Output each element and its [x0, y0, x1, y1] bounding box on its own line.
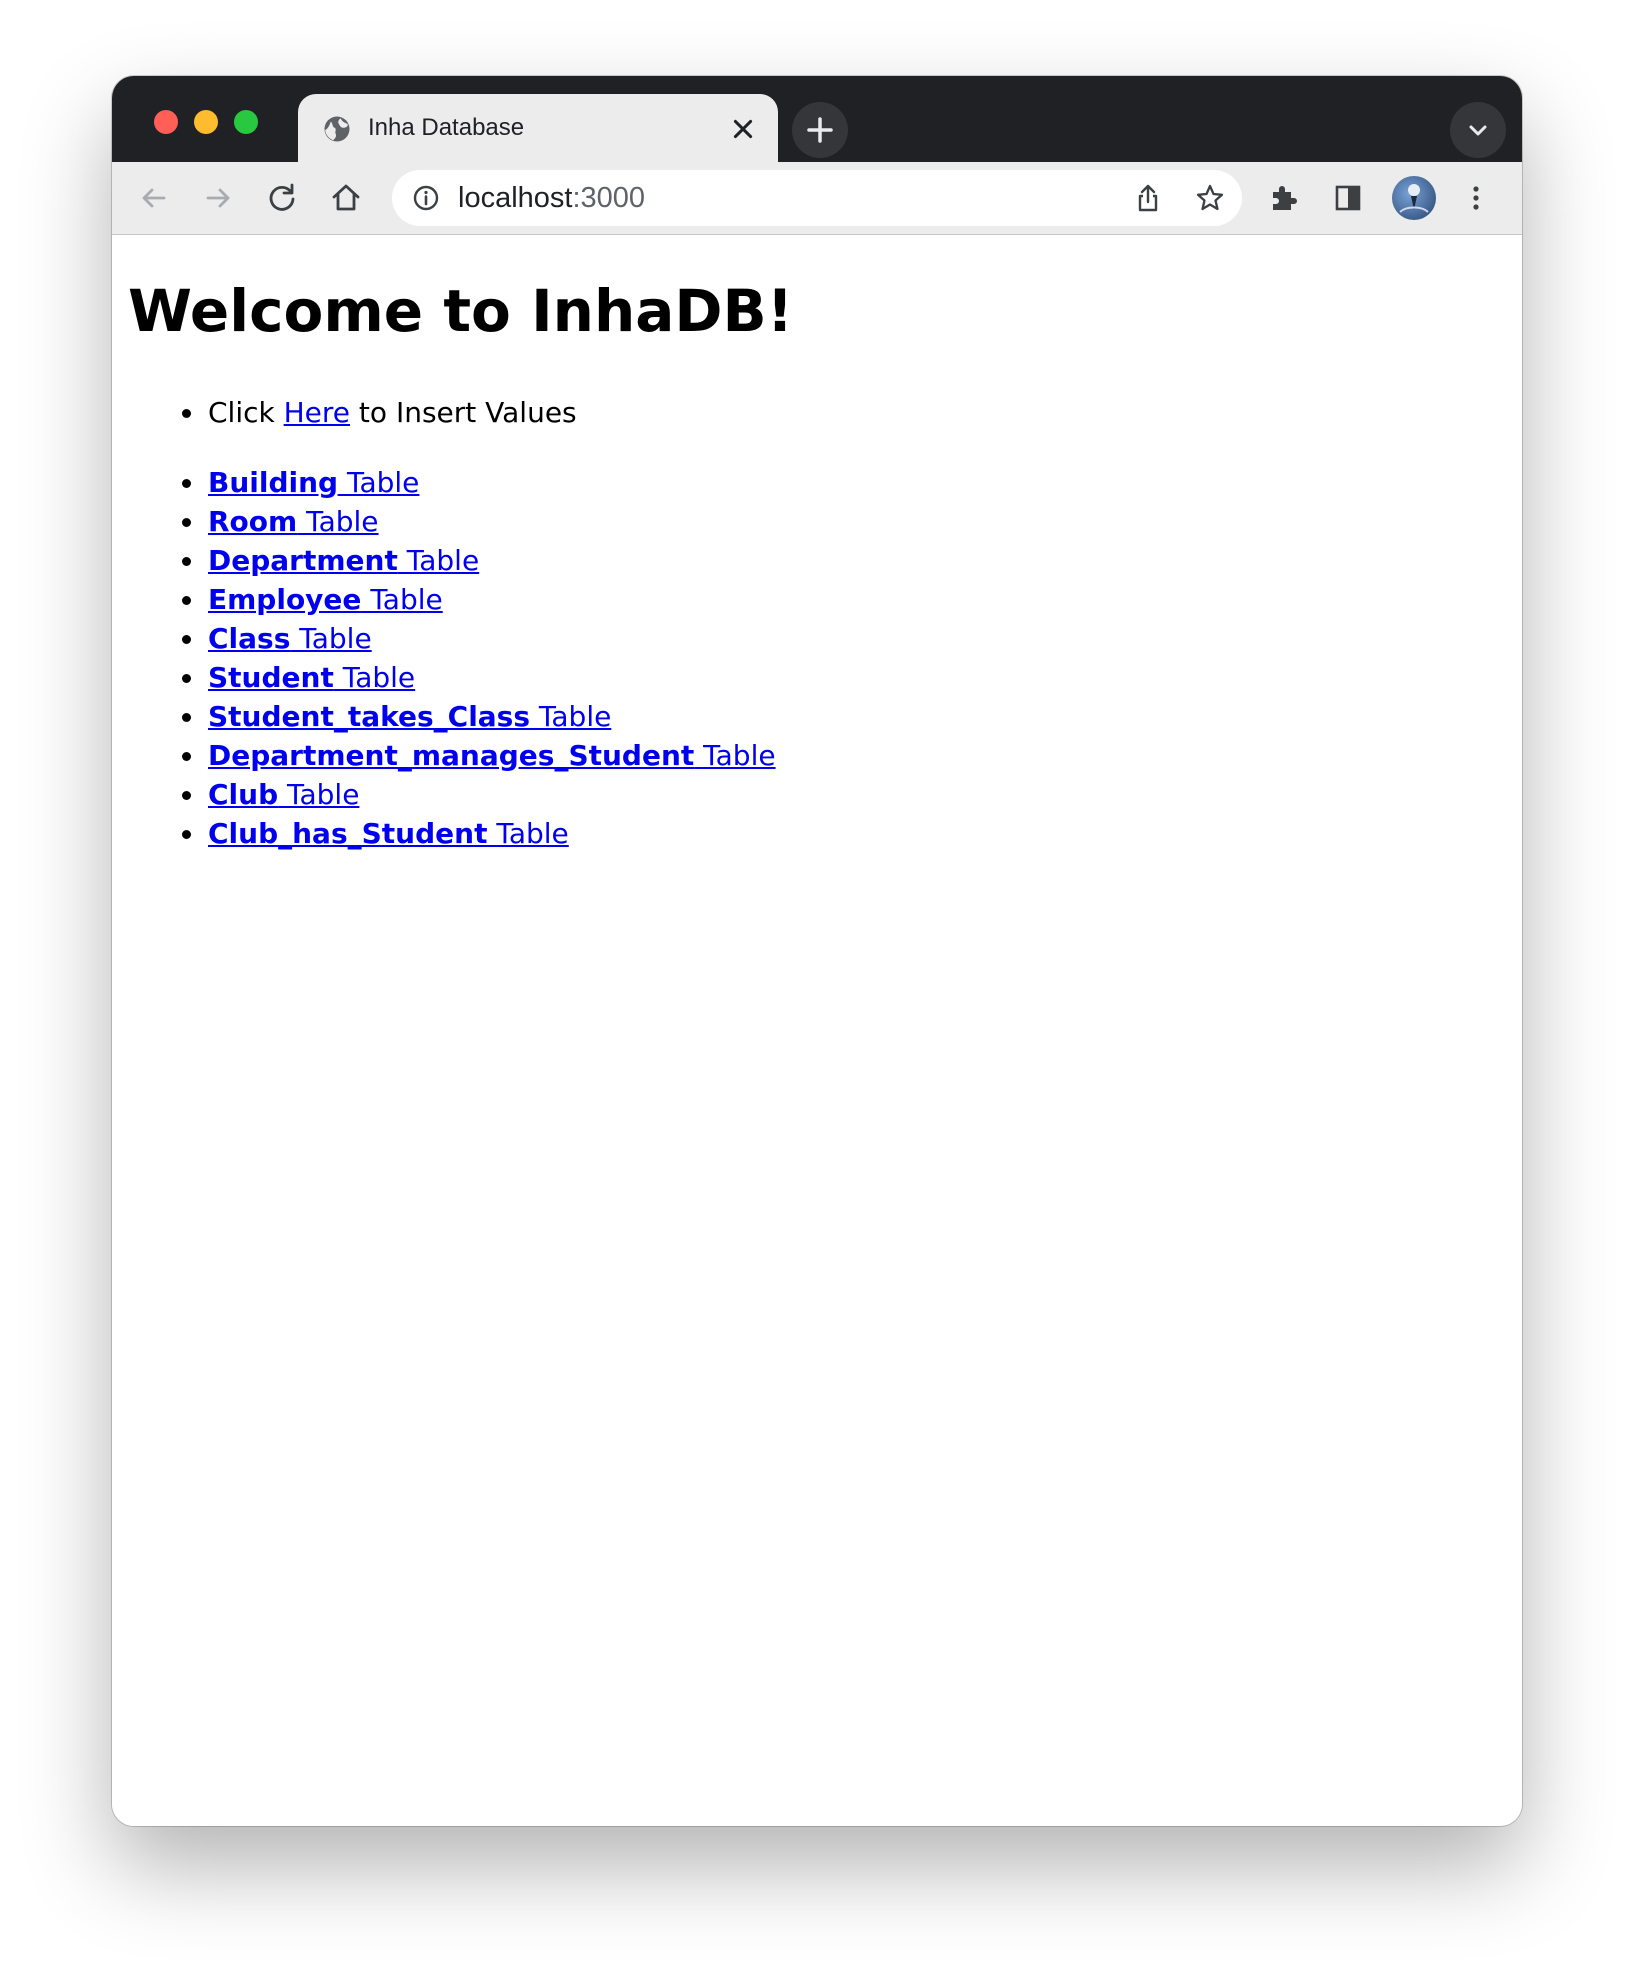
forward-arrow-icon[interactable] — [198, 178, 238, 218]
toolbar: localhost:3000 — [112, 162, 1522, 235]
tab-title: Inha Database — [368, 114, 525, 141]
tab-search-button[interactable] — [1450, 102, 1506, 158]
table-suffix: Table — [333, 661, 416, 694]
table-link-building[interactable]: Building Table — [208, 466, 419, 499]
globe-icon — [324, 116, 350, 142]
table-name: Building — [208, 466, 339, 499]
insert-list: Click Here to Insert Values — [112, 393, 577, 432]
url-text[interactable]: localhost:3000 — [458, 182, 645, 214]
profile-photo — [1399, 184, 1429, 213]
table-name: Class — [208, 622, 291, 655]
list-item: Student_takes_Class Table — [112, 697, 776, 736]
share-icon[interactable] — [1132, 182, 1164, 214]
list-item: Class Table — [112, 619, 776, 658]
table-suffix: Table — [338, 466, 420, 499]
close-window-button[interactable] — [154, 110, 178, 134]
table-suffix: Table — [361, 583, 443, 616]
chevron-down-icon — [1469, 125, 1487, 136]
table-link-department[interactable]: Department Table — [208, 544, 479, 577]
new-tab-button[interactable] — [792, 102, 848, 158]
list-item: Building Table — [112, 463, 776, 502]
table-suffix: Table — [530, 700, 612, 733]
avatar[interactable] — [1392, 176, 1436, 220]
list-item: Department Table — [112, 541, 776, 580]
table-suffix: Table — [487, 817, 569, 850]
table-suffix: Table — [297, 505, 379, 538]
table-suffix: Table — [290, 622, 372, 655]
list-item: Employee Table — [112, 580, 776, 619]
table-link-student-takes-class[interactable]: Student_takes_Class Table — [208, 700, 611, 733]
star-icon[interactable] — [1194, 182, 1226, 214]
page-content: Welcome to InhaDB! Click Here to Insert … — [112, 235, 1522, 1826]
reload-icon[interactable] — [262, 178, 302, 218]
list-item: Student Table — [112, 658, 776, 697]
home-icon[interactable] — [326, 178, 366, 218]
url-host: localhost — [458, 182, 573, 214]
zoom-window-button[interactable] — [234, 110, 258, 134]
list-item: Room Table — [112, 502, 776, 541]
table-name: Club_has_Student — [208, 817, 488, 850]
list-item: Department_manages_Student Table — [112, 736, 776, 775]
table-name: Room — [208, 505, 298, 538]
table-link-employee[interactable]: Employee Table — [208, 583, 443, 616]
url-port: :3000 — [572, 182, 646, 214]
insert-instruction: Click Here to Insert Values — [112, 393, 577, 432]
table-links-list: Building Table Room Table Department Tab… — [112, 463, 776, 853]
tab-active[interactable]: Inha Database — [298, 94, 778, 162]
side-panel-icon[interactable] — [1328, 178, 1368, 218]
table-name: Employee — [208, 583, 362, 616]
table-link-student[interactable]: Student Table — [208, 661, 415, 694]
table-link-department-manages-student[interactable]: Department_manages_Student Table — [208, 739, 776, 772]
close-icon[interactable] — [730, 116, 756, 142]
table-link-club[interactable]: Club Table — [208, 778, 359, 811]
insert-suffix: to Insert Values — [350, 396, 577, 429]
back-arrow-icon[interactable] — [134, 178, 174, 218]
kebab-menu-icon[interactable] — [1456, 178, 1496, 218]
table-name: Student_takes_Class — [208, 700, 531, 733]
insert-prefix: Click — [208, 396, 284, 429]
list-item: Club_has_Student Table — [112, 814, 776, 853]
table-link-class[interactable]: Class Table — [208, 622, 372, 655]
browser-window: Inha Database localhost:3000 Welcome to … — [112, 76, 1522, 1826]
minimize-window-button[interactable] — [194, 110, 218, 134]
title-bar: Inha Database — [112, 76, 1522, 162]
insert-here-link[interactable]: Here — [284, 396, 350, 429]
address-bar[interactable]: localhost:3000 — [392, 170, 1242, 226]
list-item: Club Table — [112, 775, 776, 814]
table-link-room[interactable]: Room Table — [208, 505, 379, 538]
table-suffix: Table — [397, 544, 480, 577]
table-link-club-has-student[interactable]: Club_has_Student Table — [208, 817, 569, 850]
puzzle-icon[interactable] — [1264, 178, 1304, 218]
table-suffix: Table — [694, 739, 776, 772]
table-name: Student — [208, 661, 334, 694]
table-name: Department_manages_Student — [208, 739, 695, 772]
page-title: Welcome to InhaDB! — [128, 277, 794, 345]
table-name: Club — [208, 778, 279, 811]
table-suffix: Table — [278, 778, 360, 811]
table-name: Department — [208, 544, 398, 577]
plus-icon — [807, 117, 833, 143]
info-icon[interactable] — [412, 184, 440, 212]
